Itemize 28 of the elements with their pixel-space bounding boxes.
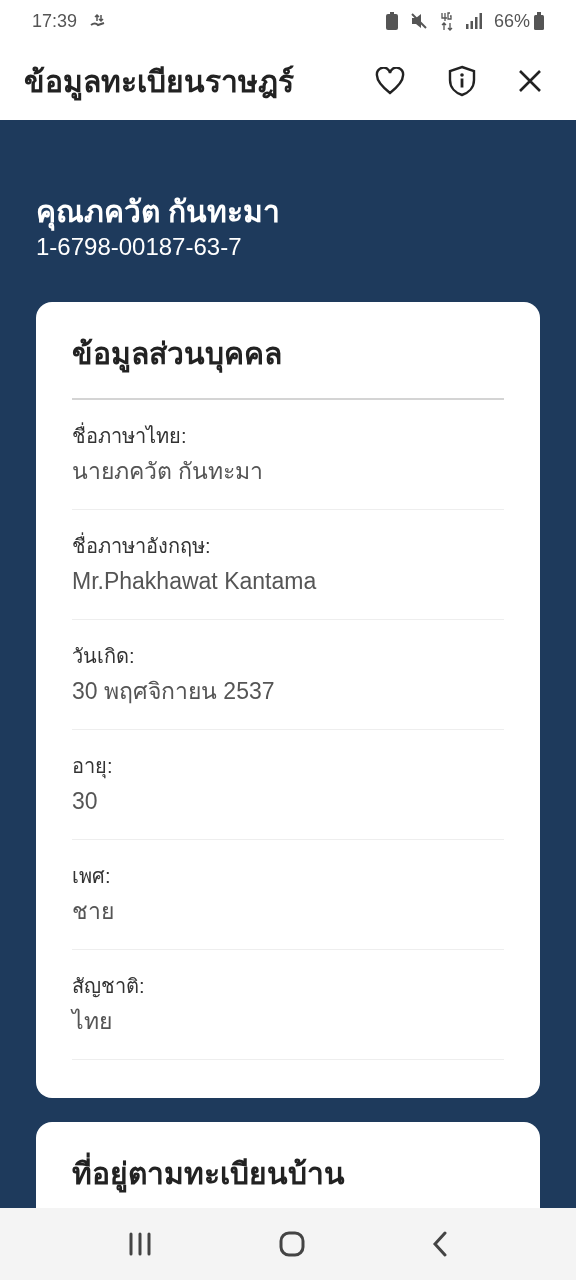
status-time: 17:39 <box>32 9 78 33</box>
section-title: ข้อมูลส่วนบุคคล <box>72 332 504 400</box>
home-icon[interactable] <box>279 1231 305 1257</box>
field-label: ชื่อภาษาไทย: <box>72 420 504 452</box>
recent-apps-icon[interactable] <box>127 1232 152 1256</box>
battery-percent: 66% <box>493 9 530 33</box>
field-value: นายภควัต กันทะมา <box>72 457 265 486</box>
battery-saver-icon <box>385 12 398 30</box>
signal-icon <box>465 13 482 29</box>
field-label: ชื่อภาษาอังกฤษ: <box>72 530 504 562</box>
shield-info-icon <box>448 65 476 97</box>
field-value: ไทย <box>72 1007 113 1036</box>
field-value: 30 พฤศจิกายน 2537 <box>72 677 276 706</box>
heart-icon <box>375 67 405 95</box>
field-value: ชาย <box>72 897 115 926</box>
id-number: 1-6798-00187-63-7 <box>36 232 243 262</box>
field-label: อายุ: <box>72 754 114 781</box>
person-name: คุณภควัต กันทะมา <box>36 192 540 232</box>
back-icon[interactable] <box>432 1231 449 1257</box>
page-title: ข้อมูลทะเบียนราษฎร์ <box>24 58 294 104</box>
mute-icon <box>409 12 428 30</box>
field-label: สัญชาติ: <box>72 974 146 1000</box>
field-label: เพศ: <box>72 864 112 889</box>
battery-icon <box>534 12 544 30</box>
field-value: 30 <box>72 787 99 816</box>
field-value: Mr.Phakhawat Kantama <box>72 567 318 596</box>
field-label: วันเกิด: <box>72 644 136 669</box>
close-icon <box>518 69 542 93</box>
